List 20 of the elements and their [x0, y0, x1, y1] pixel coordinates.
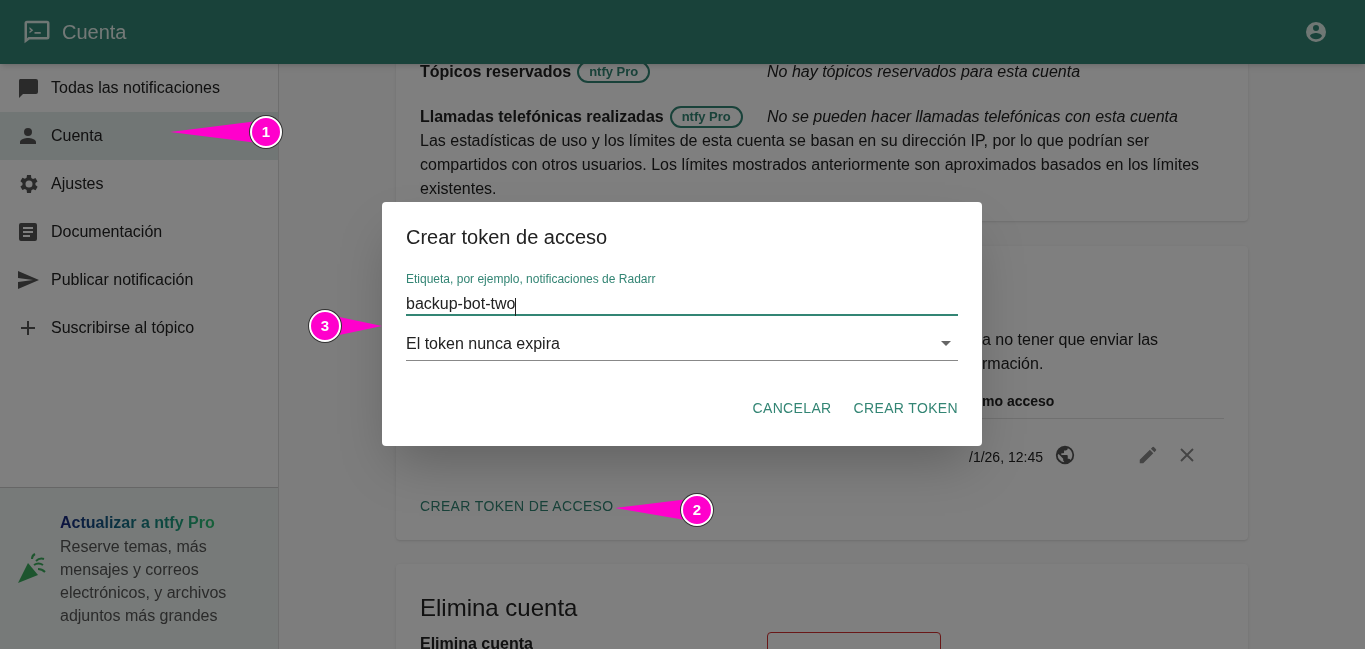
pro-badge: ntfy Pro	[669, 106, 743, 128]
callout-number: 1	[250, 116, 282, 148]
field-value: backup-bot-two	[406, 294, 516, 314]
row-label: Elimina cuenta	[420, 634, 534, 649]
usage-value: No se pueden hacer llamadas telefónicas con esta cuenta	[767, 107, 1178, 127]
column-header: mo acceso	[982, 392, 1055, 411]
usage-label: Llamadas telefónicas realizadas	[420, 107, 664, 127]
card-text: rmación.	[982, 354, 1044, 374]
dialog-title: Crear token de acceso	[406, 225, 609, 250]
usage-note: Las estadísticas de uso y los límites de esta cuenta se basan en su dirección IP, por lo que podrían ser compartidos con otros usuarios. Los límites mostrados anteriormente son aproximados basados en los límites existentes.	[420, 131, 1201, 199]
table-cell-text: /1/26, 12:45	[969, 448, 1043, 467]
usage-value: No hay tópicos reservados para esta cuenta	[767, 64, 1081, 82]
card-text: a no tener que enviar las	[982, 330, 1159, 350]
promo-text: Reserve temas, más mensajes y correos electrónicos, y archivos adjuntos más grandes	[60, 536, 228, 626]
pro-badge: ntfy Pro	[577, 64, 651, 83]
usage-label: Tópicos reservados	[420, 64, 572, 82]
app-title: Cuenta	[62, 20, 127, 45]
field-label: Etiqueta, por ejemplo, notificaciones de Radarr	[406, 271, 656, 288]
callout-number: 3	[309, 310, 341, 342]
card-title: Elimina cuenta	[420, 593, 579, 623]
